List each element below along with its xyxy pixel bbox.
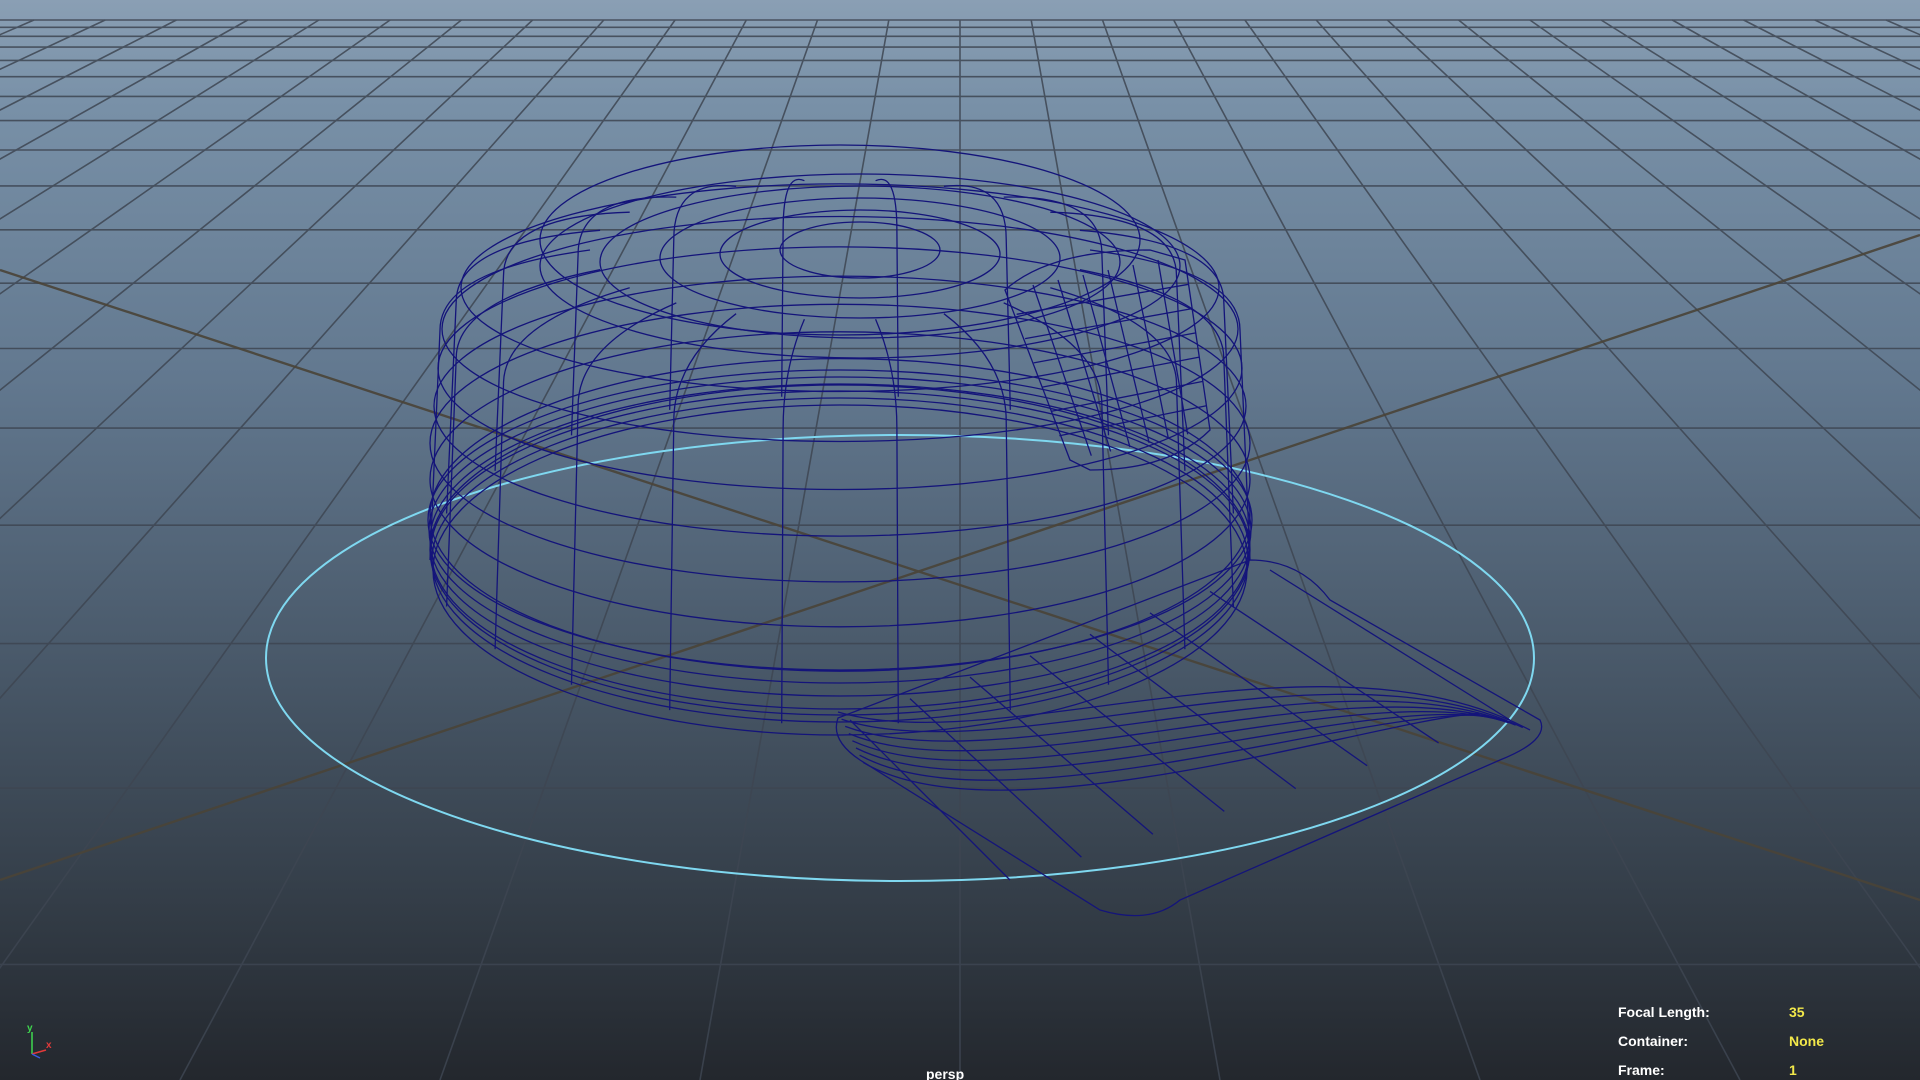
grid-line-depth: [1671, 19, 1920, 161]
grid-line-depth: [0, 19, 676, 970]
grid-line-depth: [1030, 19, 1221, 1080]
grid-line-depth: [0, 19, 462, 392]
heads-up-display: Focal Length: 35 Container: None Frame: …: [1618, 1004, 1898, 1080]
grid-line-depth: [0, 19, 249, 161]
grid-line-depth: [1458, 19, 1920, 392]
grid-line-depth: [0, 19, 106, 71]
hud-frame-value: 1: [1789, 1062, 1797, 1078]
visor-crossline: [969, 676, 1154, 835]
crown-vertical-edge: [943, 313, 1011, 711]
hud-container-row: Container: None: [1618, 1033, 1898, 1062]
selection-circle[interactable]: [265, 434, 1535, 882]
band-ring: [429, 383, 1251, 697]
crown-vertical-edge: [570, 302, 677, 685]
band-ring: [428, 376, 1252, 684]
grid-line-depth: [0, 19, 320, 220]
crown-vertical-edge: [875, 178, 899, 397]
grid-line-depth: [1386, 19, 1920, 520]
crown-vertical-edge: [781, 178, 805, 397]
grid-line-depth: [0, 19, 605, 700]
grid-line-depth: [1529, 19, 1920, 295]
crown-ring: [433, 275, 1247, 537]
grid-line-depth: [0, 19, 391, 295]
gizmo-x-axis: [31, 1049, 47, 1055]
dome-ring: [539, 173, 1181, 359]
visor-crossline: [1149, 612, 1368, 767]
hud-frame-label: Frame:: [1618, 1062, 1665, 1078]
perspective-viewport[interactable]: y x persp Focal Length: 35 Container: No…: [0, 0, 1920, 1080]
band-ring: [432, 404, 1248, 736]
cap-band-edges: [427, 369, 1253, 736]
grid-line-depth: [1244, 19, 1920, 970]
hud-focal-length-value: 35: [1789, 1004, 1805, 1020]
grid-line-depth: [1743, 19, 1920, 111]
hud-focal-length-label: Focal Length:: [1618, 1004, 1710, 1020]
grid-line-depth: [0, 19, 534, 520]
crown-vertical-edge: [875, 319, 899, 724]
grid-line-depth: [1600, 19, 1920, 220]
camera-name-label: persp: [926, 1066, 965, 1080]
dome-ring: [719, 209, 1001, 299]
cap-wireframe-mesh[interactable]: [427, 144, 1543, 917]
band-ring: [427, 369, 1253, 671]
crown-vertical-edge: [781, 319, 805, 724]
badge-vline: [1107, 269, 1150, 444]
grid-line-depth: [699, 19, 890, 1080]
visor-crossline: [849, 719, 1011, 881]
band-ring: [431, 397, 1249, 723]
hud-focal-length-row: Focal Length: 35: [1618, 1004, 1898, 1033]
hud-frame-row: Frame: 1: [1618, 1062, 1898, 1080]
hud-container-label: Container:: [1618, 1033, 1688, 1049]
axis-orientation-gizmo: y x: [22, 1020, 62, 1060]
visor-edge: [841, 693, 1524, 733]
gizmo-x-label: x: [46, 1040, 52, 1051]
visor-crossline: [1209, 590, 1439, 744]
scene-canvas[interactable]: [0, 0, 1920, 1080]
visor-crossline: [1089, 633, 1297, 790]
grid-line-depth: [1101, 19, 1481, 1080]
hud-container-value: None: [1789, 1033, 1824, 1049]
grid-line-depth: [0, 19, 35, 36]
gizmo-z-axis: [31, 1053, 41, 1059]
grid-line-depth: [1315, 19, 1920, 700]
grid-line-depth: [0, 19, 177, 111]
visor-wireframe: [835, 559, 1543, 917]
gizmo-y-label: y: [27, 1023, 33, 1034]
grid-line-depth: [1814, 19, 1920, 71]
grid-line-depth: [1885, 19, 1920, 36]
